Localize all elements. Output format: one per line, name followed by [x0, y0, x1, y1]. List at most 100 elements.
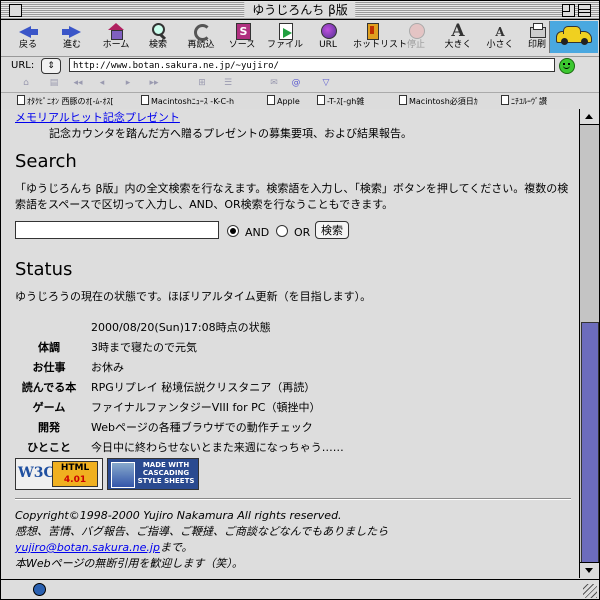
hotlist-icon — [361, 23, 383, 40]
print-label: 印刷 — [527, 40, 546, 50]
status-value: RPGリプレイ 秘境伝説クリスタニア（再読） — [91, 381, 316, 394]
home-label: ホーム — [102, 40, 130, 50]
memorial-link[interactable]: メモリアルヒット記念プレゼント — [15, 109, 180, 125]
mini-toolbar: ⌂ ▤ ◂◂ ◂ ▸ ▸▸ ⊞ ☰ ✉ @ ▽ — [1, 77, 599, 91]
status-heading: Status — [15, 259, 73, 280]
url-field-label: URL: — [11, 60, 35, 71]
title-bar[interactable]: ゆうじろんち β版 — [1, 1, 599, 20]
font-larger-button[interactable]: A 大きく — [439, 23, 477, 55]
dropdown-mini-icon[interactable]: ▽ — [321, 78, 331, 88]
url-input[interactable]: http://www.botan.sakura.ne.jp/~yujiro/ — [69, 58, 555, 72]
frame-mini-icon[interactable]: ⊞ — [197, 78, 207, 88]
table-row: 2000/08/20(Sun)17:08時点の状態 — [15, 317, 344, 337]
source-icon — [231, 23, 253, 40]
html-badge-label: HTML — [60, 463, 90, 473]
search-submit-button[interactable]: 検索 — [315, 221, 349, 239]
favorite-item[interactable]: ﾆﾁﾕﾙｰｳﾞ讃 — [501, 95, 547, 107]
favorites-bar: ｵﾀｸﾋﾟﾆｵﾝ 西豚のｵ[-ﾑ-ｵｽ[ Macintoshﾆｭｰｽ -K-C-… — [1, 92, 599, 110]
favorite-item[interactable]: Macintoshﾆｭｰｽ -K-C-h — [141, 95, 234, 107]
url-label: URL — [319, 40, 337, 50]
favorite-item[interactable]: Macintosh必須日ｶ — [399, 95, 478, 107]
font-smaller-button[interactable]: A 小さく — [481, 23, 519, 55]
browser-logo[interactable] — [549, 21, 598, 53]
first-mini-icon[interactable]: ◂◂ — [73, 78, 83, 88]
page-mini-icon[interactable]: ▤ — [49, 78, 59, 88]
home-icon — [105, 23, 127, 40]
close-box[interactable] — [9, 4, 22, 17]
source-button[interactable]: ソース — [223, 23, 261, 55]
toolbar: 戻る 進む ホーム 検索 再読込 ソース ファイル URL — [1, 20, 599, 57]
status-table: 2000/08/20(Sun)17:08時点の状態 体調 3時まで寝たので元気 … — [15, 317, 344, 457]
and-radio[interactable] — [227, 225, 239, 237]
last-mini-icon[interactable]: ▸▸ — [149, 78, 159, 88]
status-key: お仕事 — [32, 361, 66, 374]
css-badge[interactable]: MADE WITH CASCADING STYLE SHEETS — [107, 458, 199, 490]
footer: Copyright©1998-2000 Yujiro Nakamura All … — [15, 508, 388, 572]
favorite-item[interactable]: ｵﾀｸﾋﾟﾆｵﾝ 西豚のｵ[-ﾑ-ｵｽ[ — [17, 95, 114, 107]
hotlist-label: ホットリスト — [353, 40, 408, 50]
back-label: 戻る — [18, 40, 37, 50]
reload-button[interactable]: 再読込 — [182, 23, 220, 55]
scroll-down-arrow-icon[interactable] — [580, 562, 599, 578]
status-key: 開発 — [38, 421, 60, 434]
footer-contact-line: 感想、苦情、バグ報告、ご指導、ご鞭撻、ご商談などなんでもありましたら — [15, 525, 389, 538]
file-button[interactable]: ファイル — [266, 23, 304, 55]
search-button[interactable]: 検索 — [139, 23, 177, 55]
back-button[interactable]: 戻る — [9, 23, 47, 55]
collapse-box[interactable] — [578, 4, 591, 17]
and-radio-label: AND — [245, 226, 270, 239]
font-smaller-icon: A — [495, 25, 505, 39]
table-row: ひとこと 今日中に終わらせないとまた来週になっちゃう…… — [15, 437, 344, 457]
search-description: 「ゆうじろんち β版」内の全文検索を行なえます。検索語を入力し、「検索」ボタンを… — [15, 182, 569, 211]
email-suffix: まで。 — [159, 541, 193, 554]
globe-icon — [317, 23, 339, 39]
scroll-up-arrow-icon[interactable] — [580, 109, 599, 125]
scroll-thumb[interactable] — [581, 322, 599, 564]
status-key: ゲーム — [32, 401, 66, 414]
stop-button[interactable]: 停止 — [397, 23, 435, 55]
table-row: お仕事 お休み — [15, 357, 344, 377]
table-row: 体調 3時まで寝たので元気 — [15, 337, 344, 357]
resize-grip-icon[interactable] — [583, 584, 597, 598]
forward-button[interactable]: 進む — [53, 23, 91, 55]
file-label: ファイル — [266, 40, 303, 50]
search-label: 検索 — [148, 40, 167, 50]
url-button[interactable]: URL — [309, 23, 347, 55]
css-badge-line: CASCADING — [142, 469, 190, 477]
connection-status-icon — [559, 58, 575, 74]
url-history-dropdown[interactable]: ⇕ — [41, 58, 61, 74]
search-input[interactable] — [15, 221, 219, 239]
email-link[interactable]: yujiro@botan.sakura.ne.jp — [15, 541, 160, 554]
status-value: 今日中に終わらせないとまた来週になっちゃう…… — [91, 441, 344, 454]
browser-window: ゆうじろんち β版 戻る 進む ホーム 検索 再読込 ソース — [0, 0, 600, 600]
zoom-box[interactable] — [562, 4, 575, 17]
footer-email-line: yujiro@botan.sakura.ne.jpまで。 — [15, 540, 388, 556]
table-row: ゲーム ファイナルファンタジーVIII for PC（頓挫中） — [15, 397, 344, 417]
vertical-scrollbar[interactable] — [579, 109, 599, 578]
status-value: お休み — [91, 361, 124, 374]
list-mini-icon[interactable]: ☰ — [223, 78, 233, 88]
w3c-html-badge[interactable]: W3C HTML 4.01 — [15, 458, 103, 490]
html-version-badge: HTML 4.01 — [52, 461, 98, 487]
w3c-logo-text: W3C — [18, 465, 55, 481]
stop-icon — [405, 23, 427, 39]
font-smaller-label: 小さく — [486, 40, 514, 50]
hotlist-button[interactable]: ホットリスト — [353, 23, 408, 55]
mail-mini-icon[interactable]: ✉ — [269, 78, 279, 88]
prev-mini-icon[interactable]: ◂ — [97, 78, 107, 88]
home-button[interactable]: ホーム — [97, 23, 135, 55]
print-button[interactable]: 印刷 — [523, 23, 551, 55]
next-mini-icon[interactable]: ▸ — [123, 78, 133, 88]
scroll-track[interactable] — [580, 125, 599, 564]
status-timestamp: 2000/08/20(Sun)17:08時点の状態 — [91, 321, 271, 334]
favorite-item[interactable]: Apple — [267, 95, 300, 107]
search-heading: Search — [15, 151, 77, 172]
css-badge-line: STYLE SHEETS — [137, 477, 195, 485]
or-radio[interactable] — [276, 225, 288, 237]
status-value: Webページの各種ブラウザでの動作チェック — [91, 421, 313, 434]
home-mini-icon[interactable]: ⌂ — [21, 78, 31, 88]
or-radio-label: OR — [294, 226, 311, 239]
at-mini-icon[interactable]: @ — [291, 78, 301, 88]
table-row: 読んでる本 RPGリプレイ 秘境伝説クリスタニア（再読） — [15, 377, 344, 397]
favorite-item[interactable]: -T-ｽ[-gh雑 — [317, 95, 364, 107]
